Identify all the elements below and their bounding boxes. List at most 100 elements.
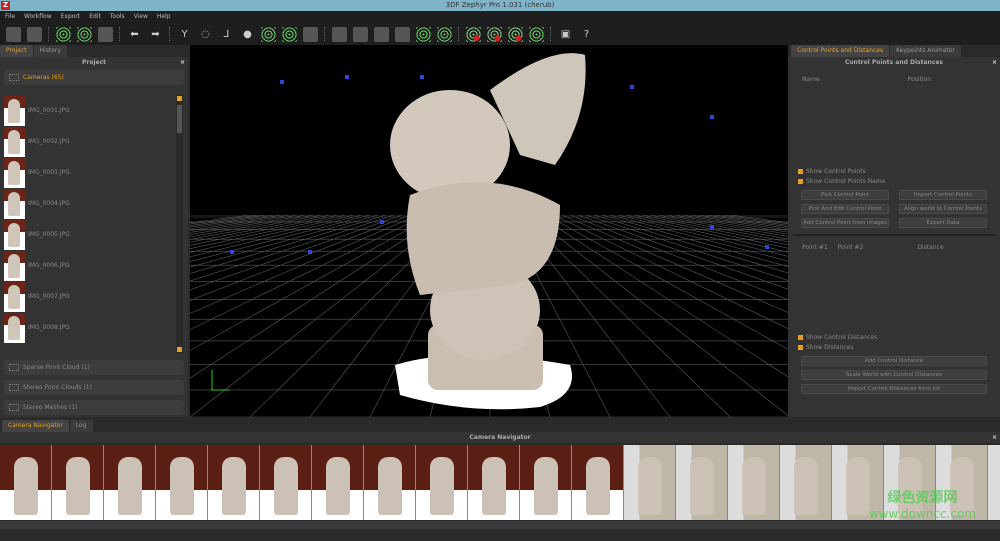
close-icon[interactable]: ×: [992, 57, 997, 68]
camera-marker-icon: [345, 75, 349, 79]
camera-navigator-thumbnail[interactable]: [624, 445, 676, 520]
statue-preview: [378, 457, 402, 515]
scale-world-with-control-distances-button[interactable]: Scale World with Control Distances: [801, 370, 987, 380]
add-control-distance-button[interactable]: Add Control Distance: [801, 356, 987, 366]
menu-workflow[interactable]: Workflow: [24, 11, 52, 23]
3d-viewport[interactable]: [190, 45, 788, 417]
select-icon[interactable]: [332, 26, 347, 42]
camera-list-item[interactable]: IMG_0006.JPG: [4, 250, 174, 281]
select-remove-icon[interactable]: [374, 26, 389, 42]
camera-navigator-thumbnail[interactable]: [676, 445, 728, 520]
scroll-thumb[interactable]: [177, 105, 182, 133]
colored-points-icon[interactable]: [282, 26, 297, 42]
tab-log[interactable]: Log: [69, 420, 93, 432]
orbit-icon[interactable]: ◌: [198, 27, 213, 42]
tab-control-points[interactable]: Control Points and Distances: [791, 45, 890, 57]
camera-list-item[interactable]: IMG_0001.JPG: [4, 95, 174, 126]
undo-icon[interactable]: ⬅: [127, 27, 142, 42]
sparse-cloud-icon[interactable]: [56, 26, 71, 42]
redo-icon[interactable]: ➡: [148, 27, 163, 42]
close-icon[interactable]: ×: [180, 57, 185, 68]
camera-navigator-thumbnail[interactable]: [52, 445, 104, 520]
help-icon[interactable]: ?: [579, 27, 594, 42]
cameras-group[interactable]: Cameras (65): [4, 70, 184, 85]
filter-icon[interactable]: [529, 26, 544, 42]
camera-list-item[interactable]: IMG_0003.JPG: [4, 157, 174, 188]
tools-icon[interactable]: Y: [177, 27, 192, 42]
menu-help[interactable]: Help: [157, 11, 171, 23]
camera-icon[interactable]: ▣: [558, 27, 573, 42]
scrollbar[interactable]: [176, 95, 183, 353]
camera-list-item[interactable]: IMG_0004.JPG: [4, 188, 174, 219]
toolbar-separator: [324, 27, 326, 41]
sparse-point-cloud-group[interactable]: Sparse Point Cloud (1): [4, 360, 184, 375]
camera-list-item[interactable]: IMG_0007.JPG: [4, 281, 174, 312]
show-distances-checkbox[interactable]: Show Distances: [798, 342, 1000, 352]
select-lasso-icon[interactable]: [395, 26, 410, 42]
camera-navigator-thumbnail[interactable]: [728, 445, 780, 520]
pick-control-point-button[interactable]: Pick Control Point: [801, 190, 889, 200]
pick-points-icon[interactable]: [416, 26, 431, 42]
stereo-meshes-group[interactable]: Stereo Meshes (1): [4, 400, 184, 415]
axis-icon[interactable]: ⅃: [219, 27, 234, 42]
statue-preview: [14, 457, 38, 515]
menu-tools[interactable]: Tools: [110, 11, 125, 23]
scroll-up-icon[interactable]: [177, 96, 182, 101]
camera-navigator-thumbnail[interactable]: [364, 445, 416, 520]
tab-keypoints-animator[interactable]: Keypoints Animator: [890, 45, 961, 57]
pick-points-all-icon[interactable]: [437, 26, 452, 42]
grid-line: [673, 214, 788, 235]
camera-navigator-thumbnail[interactable]: [572, 445, 624, 520]
export-data-button[interactable]: Export Data: [899, 218, 987, 228]
menu-edit[interactable]: Edit: [89, 11, 101, 23]
grid-line: [190, 214, 419, 314]
delete-points-icon[interactable]: [466, 26, 481, 42]
camera-list-item[interactable]: IMG_0005.JPG: [4, 219, 174, 250]
camera-list-item[interactable]: IMG_0002.JPG: [4, 126, 174, 157]
camera-navigator-thumbnail[interactable]: [104, 445, 156, 520]
show-control-points-checkbox[interactable]: Show Control Points: [798, 166, 1000, 176]
dense-cloud-icon[interactable]: [77, 26, 92, 42]
camera-navigator-thumbnail[interactable]: [312, 445, 364, 520]
close-icon[interactable]: ×: [992, 432, 997, 443]
tab-project[interactable]: Project: [0, 45, 33, 57]
light-icon[interactable]: ●: [240, 27, 255, 42]
button-row: Scale World with Control Distances: [788, 370, 1000, 380]
camera-navigator-thumbnail[interactable]: [416, 445, 468, 520]
menu-file[interactable]: File: [5, 11, 15, 23]
camera-navigator-thumbnail[interactable]: [260, 445, 312, 520]
add-control-point-from-images-button[interactable]: Add Control Point from images: [801, 218, 889, 228]
import-control-points-button[interactable]: Import Control Points: [899, 190, 987, 200]
pick-and-edit-control-point-button[interactable]: Pick And Edit Control Point: [801, 204, 889, 214]
menu-export[interactable]: Export: [61, 11, 81, 23]
grid-line: [190, 214, 427, 330]
delete-mesh-icon[interactable]: [508, 26, 523, 42]
save-icon[interactable]: [27, 26, 42, 42]
horizontal-scrollbar[interactable]: [0, 521, 1000, 529]
camera-navigator-thumbnail[interactable]: [208, 445, 260, 520]
tab-history[interactable]: History: [33, 45, 67, 57]
new-project-icon[interactable]: [6, 26, 21, 42]
camera-navigator-thumbnail[interactable]: [468, 445, 520, 520]
menu-view[interactable]: View: [134, 11, 148, 23]
camera-list-item[interactable]: IMG_0008.JPG: [4, 312, 174, 343]
show-control-distances-checkbox[interactable]: Show Control Distances: [798, 332, 1000, 342]
title-bar: Z 3DF Zephyr Pro 1.031 (cherub): [0, 0, 1000, 11]
import-control-distances-from-txt-button[interactable]: Import Control Distances from txt: [801, 384, 987, 394]
select-add-icon[interactable]: [353, 26, 368, 42]
camera-navigator-thumbnail[interactable]: [156, 445, 208, 520]
tab-camera-navigator[interactable]: Camera Navigator: [2, 420, 69, 432]
align-world-to-control-points-button[interactable]: Align world to Control Points: [899, 204, 987, 214]
camera-navigator-thumbnail[interactable]: [0, 445, 52, 520]
mesh-icon[interactable]: [98, 26, 113, 42]
points-icon[interactable]: [261, 26, 276, 42]
solid-icon[interactable]: [303, 26, 318, 42]
camera-navigator-thumbnail[interactable]: [780, 445, 832, 520]
camera-filename: IMG_0001.JPG: [28, 107, 70, 114]
delete-colored-icon[interactable]: [487, 26, 502, 42]
stereo-point-clouds-group[interactable]: Stereo Point Clouds (1): [4, 380, 184, 395]
camera-navigator-thumbnail[interactable]: [520, 445, 572, 520]
show-control-points-name-checkbox[interactable]: Show Control Points Name: [798, 176, 1000, 186]
scroll-down-icon[interactable]: [177, 347, 182, 352]
camera-navigator-thumbnail[interactable]: [988, 445, 1000, 520]
